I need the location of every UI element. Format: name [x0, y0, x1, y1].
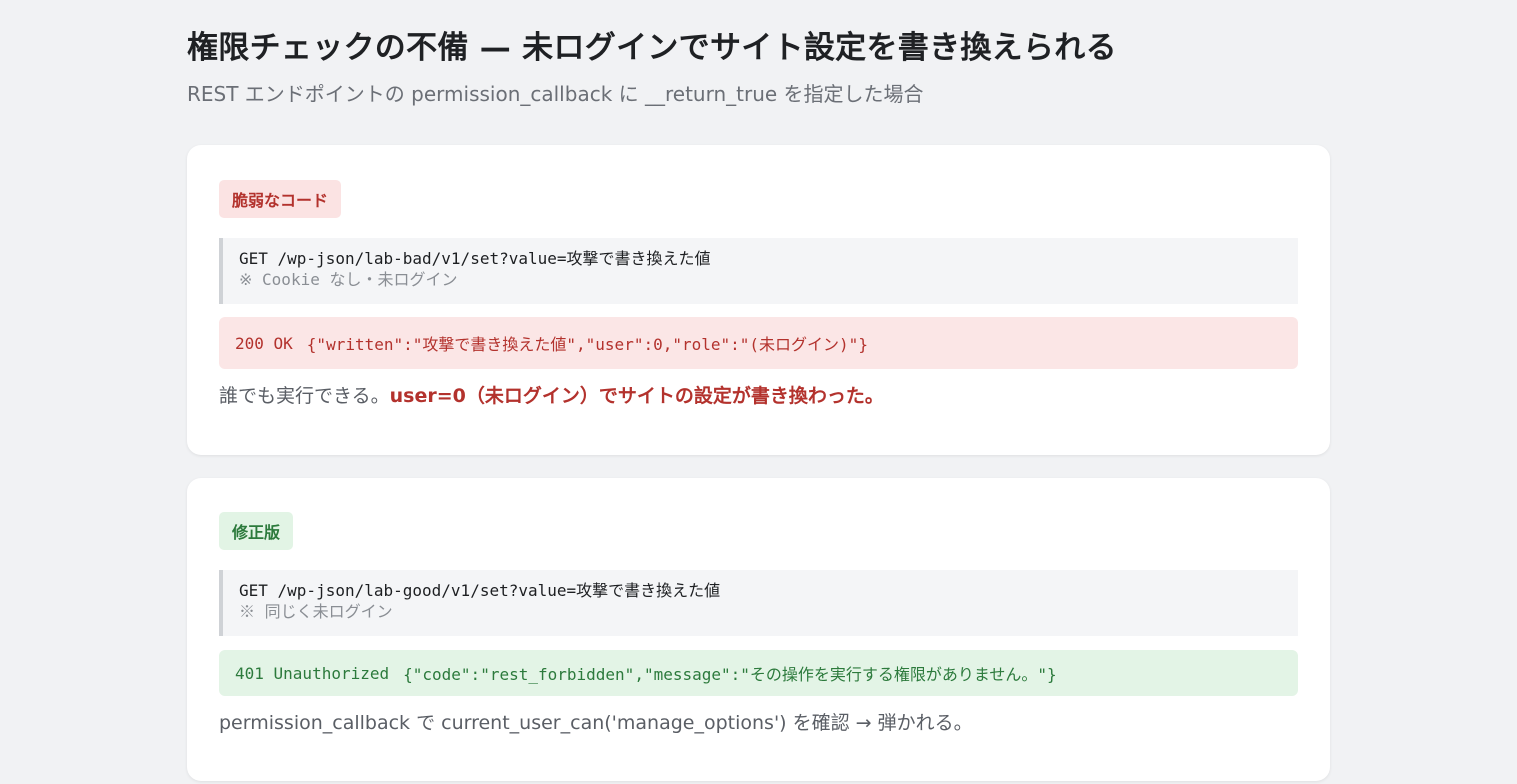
fixed-badge: 修正版	[219, 512, 294, 550]
response-block: 401 Unauthorized {"code":"rest_forbidden…	[219, 650, 1298, 696]
result-note: permission_callback で current_user_can('…	[219, 708, 973, 735]
page-title: 権限チェックの不備 — 未ログインでサイト設定を書き換えられる	[187, 30, 1117, 66]
request-block: GET /wp-json/lab-good/v1/set?value=攻撃で書き…	[219, 570, 1298, 636]
request-block: GET /wp-json/lab-bad/v1/set?value=攻撃で書き換…	[219, 238, 1298, 304]
vulnerable-badge: 脆弱なコード	[219, 180, 342, 218]
result-note-emphasis: user=0（未ログイン）でサイトの設定が書き換わった。	[389, 385, 884, 407]
response-status: 200 OK	[235, 333, 293, 353]
response-body: {"written":"攻撃で書き換えた値","user":0,"role":"…	[306, 335, 868, 354]
response-block: 200 OK {"written":"攻撃で書き換えた値","user":0,"…	[219, 317, 1298, 369]
vulnerable-code-card: 脆弱なコード GET /wp-json/lab-bad/v1/set?value…	[187, 145, 1330, 455]
result-note-plain: 誰でも実行できる。	[219, 385, 390, 407]
request-line: GET /wp-json/lab-good/v1/set?value=攻撃で書き…	[239, 581, 721, 600]
response-body: {"code":"rest_forbidden","message":"その操作…	[403, 665, 1057, 684]
fixed-code-card: 修正版 GET /wp-json/lab-good/v1/set?value=攻…	[187, 478, 1330, 781]
response-status: 401 Unauthorized	[235, 663, 390, 683]
result-note: 誰でも実行できる。user=0（未ログイン）でサイトの設定が書き換わった。	[219, 381, 884, 408]
page-subtitle: REST エンドポイントの permission_callback に __re…	[187, 82, 924, 106]
result-note-plain: permission_callback で current_user_can('…	[219, 712, 973, 734]
request-line: GET /wp-json/lab-bad/v1/set?value=攻撃で書き換…	[239, 249, 711, 268]
request-note: ※ Cookie なし・未ログイン	[239, 270, 458, 289]
request-note: ※ 同じく未ログイン	[239, 602, 393, 621]
